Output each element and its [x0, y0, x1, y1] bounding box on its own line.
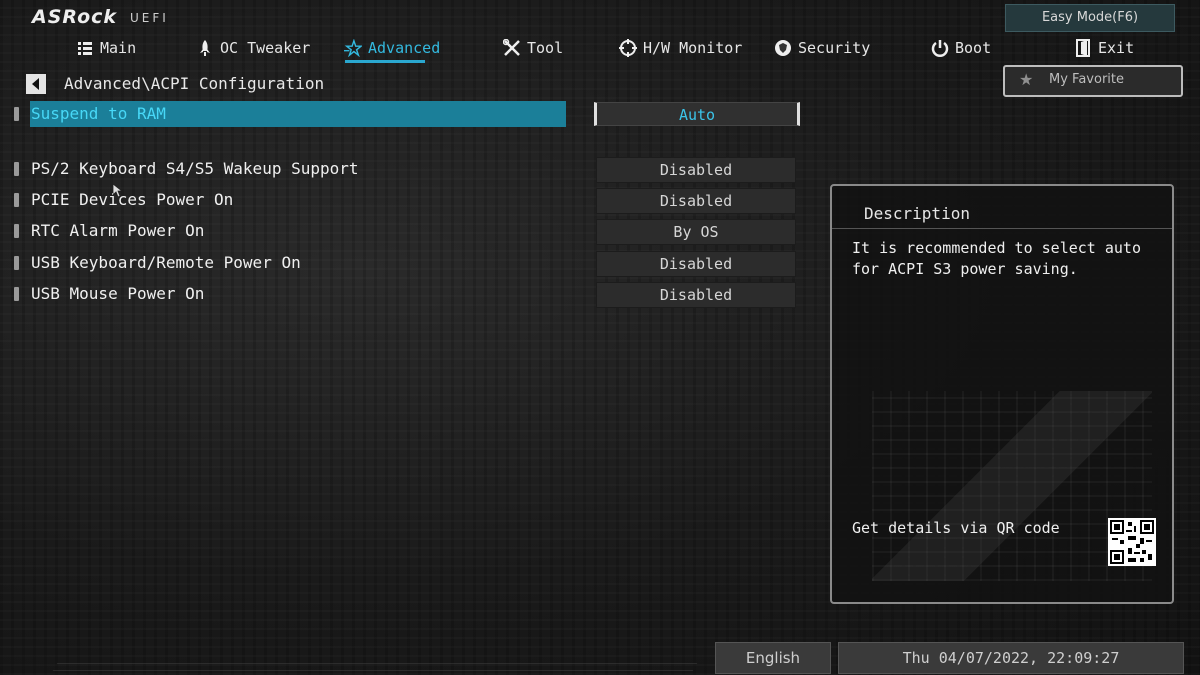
- setting-row-rtc-alarm-power-on[interactable]: RTC Alarm Power On By OS: [0, 218, 820, 245]
- easy-mode-button[interactable]: Easy Mode(F6): [1005, 4, 1175, 32]
- asrock-logo: ASRock: [32, 6, 118, 28]
- setting-value-dropdown[interactable]: Disabled: [596, 157, 796, 183]
- star-icon: [344, 39, 362, 57]
- row-marker: [14, 162, 19, 176]
- setting-label: Suspend to RAM: [31, 104, 166, 123]
- row-marker: [14, 193, 19, 207]
- setting-value-dropdown[interactable]: Disabled: [596, 282, 796, 308]
- uefi-label: UEFI: [130, 11, 169, 25]
- active-tab-indicator: [345, 60, 425, 63]
- tab-oc-tweaker[interactable]: OC Tweaker: [196, 36, 310, 60]
- my-favorite-button[interactable]: ★ My Favorite: [1003, 65, 1183, 97]
- tab-oc-tweaker-label: OC Tweaker: [220, 39, 311, 57]
- row-marker: [14, 107, 19, 121]
- setting-row-usb-keyboard-power-on[interactable]: USB Keyboard/Remote Power On Disabled: [0, 250, 820, 277]
- row-marker: [14, 287, 19, 301]
- qr-code: [1108, 518, 1156, 566]
- tab-hw-monitor-label: H/W Monitor: [643, 39, 743, 57]
- crosshair-icon: [619, 39, 637, 57]
- setting-value-dropdown[interactable]: Auto: [594, 102, 800, 126]
- favorite-star-icon: ★: [1019, 70, 1034, 89]
- tab-exit-label: Exit: [1098, 39, 1135, 57]
- description-title: Description: [864, 204, 970, 223]
- tab-boot[interactable]: Boot: [931, 36, 991, 60]
- setting-value-dropdown[interactable]: Disabled: [596, 188, 796, 214]
- power-icon: [931, 39, 949, 57]
- tab-hw-monitor[interactable]: H/W Monitor: [619, 36, 742, 60]
- datetime-display[interactable]: Thu 04/07/2022, 22:09:27: [838, 642, 1184, 674]
- setting-row-pcie-power-on[interactable]: PCIE Devices Power On Disabled: [0, 187, 820, 214]
- setting-row-suspend-to-ram[interactable]: Suspend to RAM Auto: [0, 101, 820, 127]
- setting-row-usb-mouse-power-on[interactable]: USB Mouse Power On Disabled: [0, 281, 820, 308]
- exit-icon: [1074, 39, 1092, 57]
- setting-value-dropdown[interactable]: Disabled: [596, 251, 796, 277]
- tab-security-label: Security: [798, 39, 871, 57]
- main-navigation: Main OC Tweaker Advanced Tool H/W Monito…: [0, 36, 1200, 60]
- tab-main[interactable]: Main: [76, 36, 136, 60]
- rocket-icon: [196, 39, 214, 57]
- tab-security[interactable]: Security: [774, 36, 870, 60]
- tab-tool[interactable]: Tool: [503, 36, 563, 60]
- row-marker: [14, 224, 19, 238]
- setting-row-ps2-keyboard-wakeup[interactable]: PS/2 Keyboard S4/S5 Wakeup Support Disab…: [0, 156, 820, 183]
- setting-label: PCIE Devices Power On: [31, 190, 234, 209]
- setting-label: RTC Alarm Power On: [31, 221, 205, 240]
- shield-icon: [774, 39, 792, 57]
- tab-advanced[interactable]: Advanced: [344, 36, 440, 60]
- tab-exit[interactable]: Exit: [1074, 36, 1134, 60]
- tab-advanced-label: Advanced: [368, 39, 441, 57]
- row-marker: [14, 256, 19, 270]
- description-header: Description: [832, 186, 1172, 229]
- description-panel: Description It is recommended to select …: [830, 184, 1174, 604]
- back-button[interactable]: [26, 74, 46, 94]
- breadcrumb: Advanced\ACPI Configuration: [64, 74, 325, 93]
- tab-main-label: Main: [100, 39, 137, 57]
- tools-icon: [503, 39, 521, 57]
- tab-tool-label: Tool: [527, 39, 564, 57]
- list-icon: [76, 39, 94, 57]
- description-text: It is recommended to select auto for ACP…: [852, 239, 1141, 278]
- setting-label: USB Mouse Power On: [31, 284, 205, 303]
- setting-label: USB Keyboard/Remote Power On: [31, 253, 301, 272]
- qr-caption: Get details via QR code: [852, 519, 1060, 537]
- setting-value-dropdown[interactable]: By OS: [596, 219, 796, 245]
- setting-label: PS/2 Keyboard S4/S5 Wakeup Support: [31, 159, 359, 178]
- my-favorite-label: My Favorite: [1049, 72, 1124, 87]
- decorative-line: [52, 663, 698, 671]
- back-arrow-icon: [32, 78, 39, 90]
- language-button[interactable]: English: [715, 642, 831, 674]
- tab-boot-label: Boot: [955, 39, 992, 57]
- mouse-cursor-icon: [113, 184, 123, 198]
